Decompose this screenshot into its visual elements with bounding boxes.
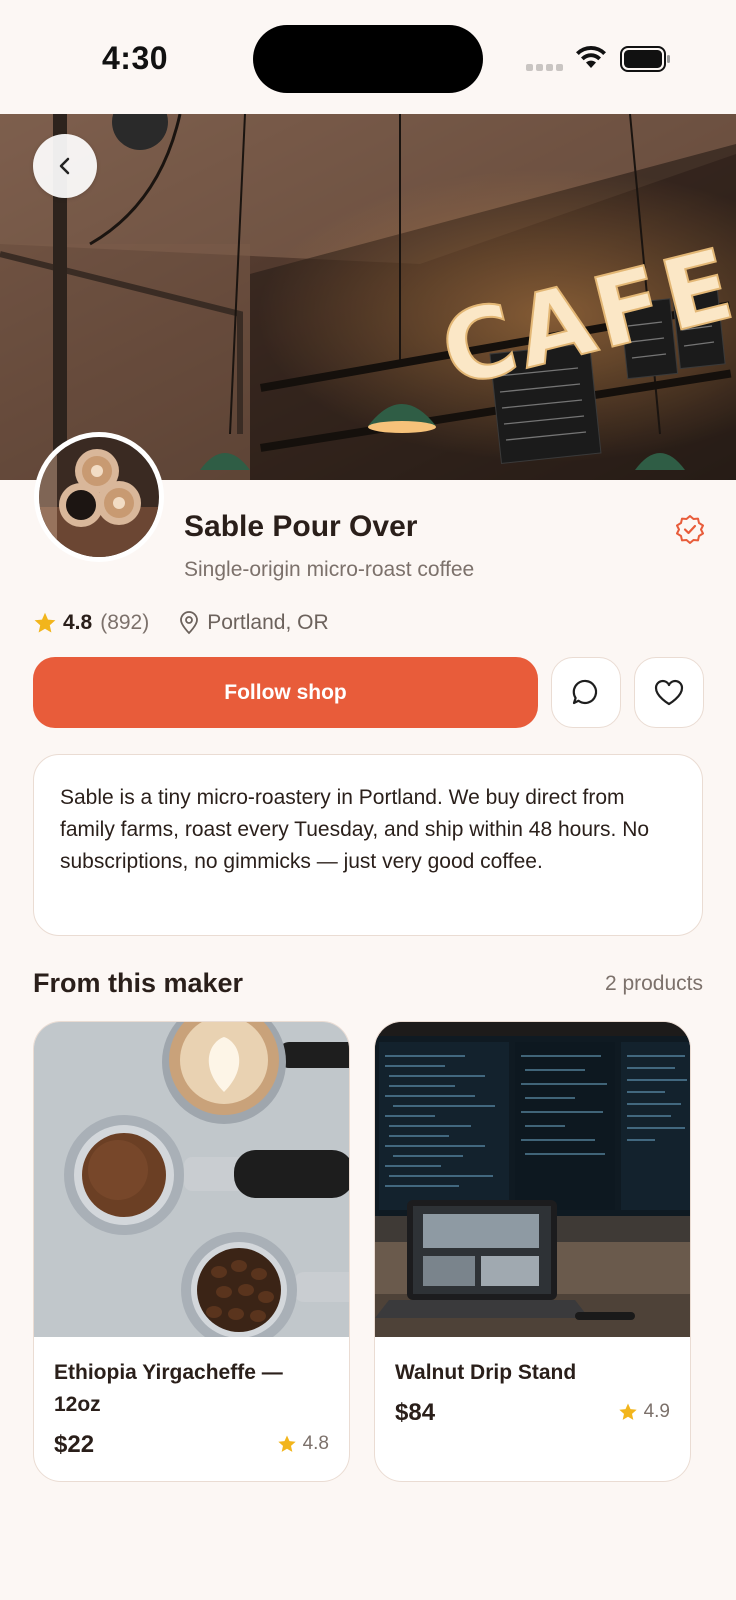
product-name: Ethiopia Yirgacheffe — 12oz: [54, 1361, 283, 1416]
product-price: $22: [54, 1431, 95, 1458]
hero-image: CAFE: [0, 114, 736, 480]
shop-review-count[interactable]: (892): [100, 611, 149, 635]
favorite-button[interactable]: [634, 657, 704, 728]
product-card[interactable]: Walnut Drip Stand $84 4.9: [374, 1021, 691, 1482]
chat-bubble-icon: [572, 679, 598, 704]
verified-badge-icon: [676, 515, 704, 544]
star-icon: [618, 1403, 637, 1420]
shop-rating: 4.8: [63, 611, 93, 634]
status-bar: 4:30: [0, 0, 736, 114]
shop-avatar: [34, 432, 164, 562]
product-name: Walnut Drip Stand: [395, 1361, 577, 1384]
shop-location: Portland, OR: [207, 611, 329, 634]
cellular-signal-icon: [526, 64, 563, 71]
about-card: Sable is a tiny micro-roastery in Portla…: [33, 754, 703, 936]
shop-tagline: Single-origin micro-roast coffee: [184, 558, 475, 581]
section-count: 2 products: [604, 972, 703, 995]
product-image: [34, 1022, 349, 1337]
about-text: Sable is a tiny micro-roastery in Portla…: [60, 786, 650, 873]
heart-icon: [654, 679, 684, 705]
shop-name: Sable Pour Over: [184, 510, 418, 543]
product-rating-value: 4.9: [643, 1401, 670, 1422]
wifi-icon: [576, 45, 606, 68]
status-time: 4:30: [102, 40, 169, 76]
battery-icon: [620, 46, 670, 72]
product-rating: 4.8: [277, 1433, 329, 1455]
product-rating: 4.9: [618, 1401, 670, 1423]
chevron-left-icon: [59, 157, 70, 175]
star-icon: [277, 1435, 296, 1452]
star-icon: [34, 612, 56, 633]
dynamic-island: [253, 25, 483, 93]
product-rating-value: 4.8: [302, 1433, 329, 1454]
message-button[interactable]: [551, 657, 621, 728]
product-price: $84: [395, 1399, 436, 1426]
product-card[interactable]: Ethiopia Yirgacheffe — 12oz $22 4.8: [33, 1021, 350, 1482]
follow-shop-button[interactable]: Follow shop: [33, 657, 538, 728]
back-button[interactable]: [33, 134, 97, 198]
product-image: [375, 1022, 690, 1337]
location-pin-icon: [179, 611, 199, 635]
section-title: From this maker: [33, 968, 244, 998]
shop-meta: 4.8 (892) Portland, OR: [33, 608, 329, 638]
